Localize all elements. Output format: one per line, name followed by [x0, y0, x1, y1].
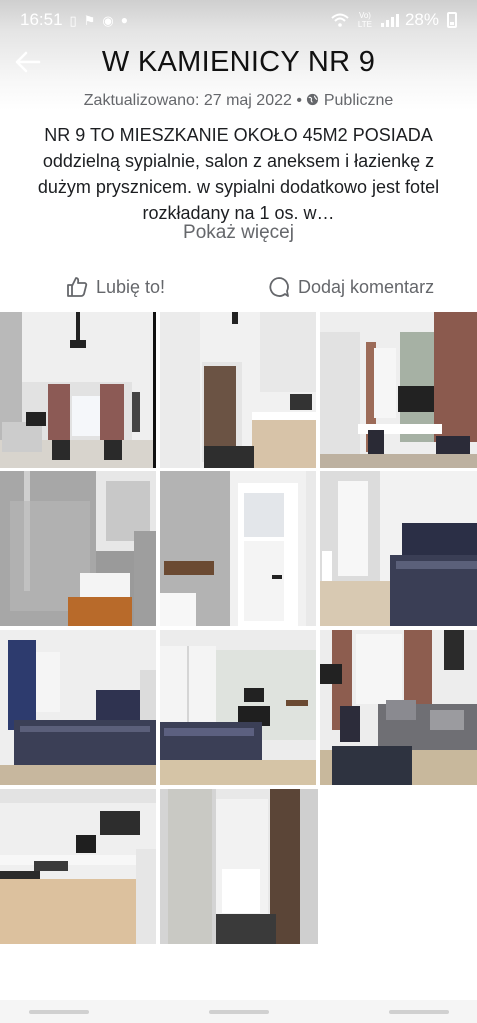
living-room-desk-photo[interactable] [320, 312, 477, 468]
album-description: NR 9 TO MIESZKANIE OKOŁO 45M2 POSIADA od… [37, 125, 440, 223]
flag-icon: ⚑ [83, 12, 96, 28]
bedroom-window-photo[interactable] [0, 630, 156, 785]
bedroom-wardrobe-photo[interactable] [160, 630, 316, 785]
kitchen-entrance-photo[interactable] [160, 312, 316, 468]
bathroom-shower-photo[interactable] [0, 471, 156, 626]
status-time: 16:51 [20, 10, 63, 29]
action-bar: Lubię to! Dodaj komentarz [0, 274, 477, 304]
bathroom-door-photo[interactable] [160, 471, 316, 626]
wifi-icon [331, 13, 349, 27]
like-button[interactable]: Lubię to! [66, 276, 165, 298]
globe-icon [307, 93, 319, 106]
dot-icon: ● [120, 13, 128, 27]
living-room-sofa-photo[interactable] [320, 630, 477, 785]
comment-icon [269, 277, 289, 297]
bedroom-photo[interactable] [320, 471, 477, 626]
chrome-icon: ◉ [102, 12, 114, 28]
thumbs-up-icon [67, 277, 88, 297]
updated-date: Zaktualizowano: 27 maj 2022 [83, 92, 292, 109]
see-more-link[interactable]: Pokaż więcej [0, 222, 477, 244]
living-room-photo[interactable] [0, 312, 156, 468]
album-meta: Zaktualizowano: 27 maj 2022 • Publiczne [0, 92, 477, 110]
nav-home-button[interactable] [208, 1009, 269, 1014]
nav-recents-button[interactable] [28, 1009, 89, 1014]
like-label: Lubię to! [96, 276, 166, 297]
comment-button[interactable]: Dodaj komentarz [268, 276, 434, 298]
comment-label: Dodaj komentarz [298, 276, 435, 297]
signal-icon [380, 13, 399, 27]
network-type: Vo) LTE [357, 11, 372, 29]
kitchenette-photo[interactable] [0, 789, 156, 944]
nav-back-button[interactable] [388, 1009, 449, 1014]
status-bar: 16:51 ▯ ⚑ ◉ ● Vo) LTE 28% [0, 0, 477, 40]
meta-separator: • [296, 92, 302, 109]
battery-level: 28% [404, 10, 439, 29]
album-title: W KAMIENICY NR 9 [101, 46, 376, 78]
m-icon: ▯ [69, 12, 77, 28]
system-nav-bar [0, 1000, 477, 1023]
battery-icon [447, 12, 457, 28]
privacy-label: Publiczne [323, 92, 394, 109]
hallway-door-photo[interactable] [160, 789, 318, 944]
